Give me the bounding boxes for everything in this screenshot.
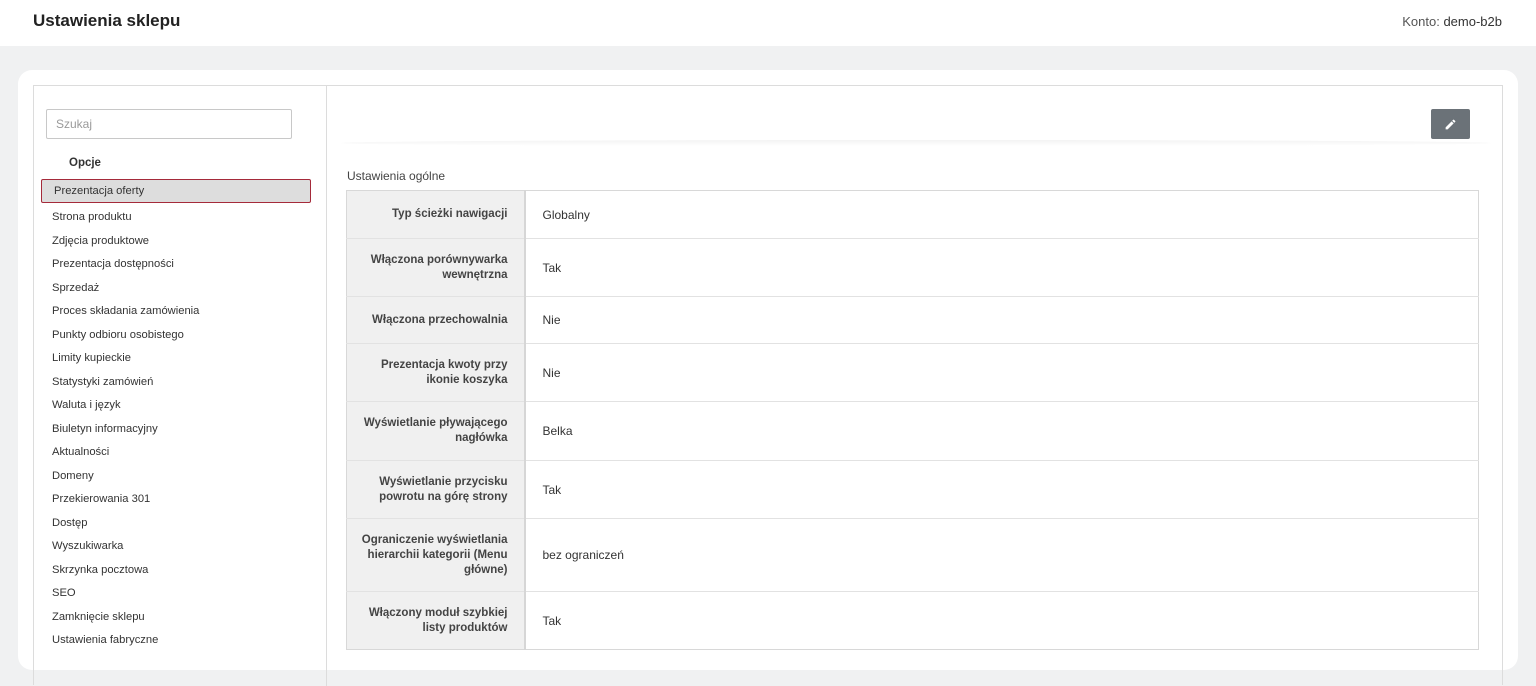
sidebar-item-przekierowania[interactable]: Przekierowania 301: [34, 488, 327, 512]
sidebar-item-proces-skladania-zamowienia[interactable]: Proces składania zamówienia: [34, 300, 327, 324]
sidebar-item-biuletyn[interactable]: Biuletyn informacyjny: [34, 418, 327, 442]
setting-label: Ograniczenie wyświetlania hierarchii kat…: [346, 518, 526, 592]
setting-label: Wyświetlanie przycisku powrotu na górę s…: [346, 460, 526, 519]
sidebar-item-punkty-odbioru[interactable]: Punkty odbioru osobistego: [34, 324, 327, 348]
table-row: Wyświetlanie przycisku powrotu na górę s…: [346, 460, 1479, 519]
sidebar-item-limity-kupieckie[interactable]: Limity kupieckie: [34, 347, 327, 371]
table-row: Włączony moduł szybkiej listy produktów …: [346, 591, 1479, 650]
table-row: Ograniczenie wyświetlania hierarchii kat…: [346, 518, 1479, 592]
settings-panel: Opcje Prezentacja oferty Strona produktu…: [33, 85, 1504, 686]
sidebar-item-zdjecia-produktowe[interactable]: Zdjęcia produktowe: [34, 230, 327, 254]
setting-value: Tak: [524, 238, 1479, 297]
sidebar-item-prezentacja-oferty[interactable]: Prezentacja oferty: [41, 179, 311, 203]
setting-label: Włączony moduł szybkiej listy produktów: [346, 591, 526, 650]
table-row: Typ ścieżki nawigacji Globalny: [346, 190, 1479, 239]
table-row: Prezentacja kwoty przy ikonie koszyka Ni…: [346, 343, 1479, 402]
table-row: Włączona przechowalnia Nie: [346, 296, 1479, 344]
sidebar-item-seo[interactable]: SEO: [34, 582, 327, 606]
settings-table: Typ ścieżki nawigacji Globalny Włączona …: [346, 190, 1479, 650]
sidebar-item-skrzynka-pocztowa[interactable]: Skrzynka pocztowa: [34, 559, 327, 583]
table-row: Wyświetlanie pływającego nagłówka Belka: [346, 401, 1479, 461]
account-name: demo-b2b: [1443, 14, 1502, 29]
toolbar-divider: [341, 140, 1491, 146]
setting-label: Wyświetlanie pływającego nagłówka: [346, 401, 526, 461]
setting-value: Tak: [524, 591, 1479, 650]
sidebar-item-ustawienia-fabryczne[interactable]: Ustawienia fabryczne: [34, 629, 327, 653]
setting-value: Globalny: [542, 207, 590, 222]
settings-card: Opcje Prezentacja oferty Strona produktu…: [18, 70, 1518, 686]
setting-label: Włączona przechowalnia: [346, 296, 526, 344]
setting-value: Nie: [524, 296, 1479, 344]
content-area: Ustawienia ogólne Typ ścieżki nawigacji …: [327, 86, 1504, 686]
pencil-icon: [1445, 119, 1456, 129]
setting-label: Włączona porównywarka wewnętrzna: [346, 238, 526, 297]
sidebar-item-strona-produktu[interactable]: Strona produktu: [34, 206, 327, 230]
setting-value: bez ograniczeń: [524, 518, 1479, 592]
account-label: Konto:: [1402, 14, 1440, 29]
sidebar-item-dostep[interactable]: Dostęp: [34, 512, 327, 536]
sidebar-item-waluta-i-jezyk[interactable]: Waluta i język: [34, 394, 327, 418]
setting-value: Nie: [524, 343, 1479, 402]
setting-label: Prezentacja kwoty przy ikonie koszyka: [346, 343, 526, 402]
section-title: Ustawienia ogólne: [347, 169, 446, 183]
sidebar-menu: Prezentacja oferty Strona produktu Zdjęc…: [34, 179, 327, 653]
sidebar-item-prezentacja-dostepnosci[interactable]: Prezentacja dostępności: [34, 253, 327, 277]
account-info: Konto: demo-b2b: [1402, 14, 1502, 29]
edit-button[interactable]: [1431, 109, 1470, 139]
setting-label: Typ ścieżki nawigacji: [346, 190, 526, 239]
page-title: Ustawienia sklepu: [33, 11, 181, 30]
setting-value: Tak: [524, 460, 1479, 519]
search-input[interactable]: [46, 109, 292, 139]
sidebar-item-sprzedaz[interactable]: Sprzedaż: [34, 277, 327, 301]
options-heading: Opcje: [69, 157, 101, 169]
sidebar-item-wyszukiwarka[interactable]: Wyszukiwarka: [34, 535, 327, 559]
sidebar-item-aktualnosci[interactable]: Aktualności: [34, 441, 327, 465]
sidebar-item-zamkniecie-sklepu[interactable]: Zamknięcie sklepu: [34, 606, 327, 630]
setting-value: Belka: [524, 401, 1479, 461]
sidebar: Opcje Prezentacja oferty Strona produktu…: [34, 86, 327, 686]
top-bar: Ustawienia sklepu Konto: demo-b2b: [0, 0, 1536, 46]
table-row: Włączona porównywarka wewnętrzna Tak: [346, 238, 1479, 297]
sidebar-item-statystyki-zamowien[interactable]: Statystyki zamówień: [34, 371, 327, 395]
sidebar-item-domeny[interactable]: Domeny: [34, 465, 327, 489]
